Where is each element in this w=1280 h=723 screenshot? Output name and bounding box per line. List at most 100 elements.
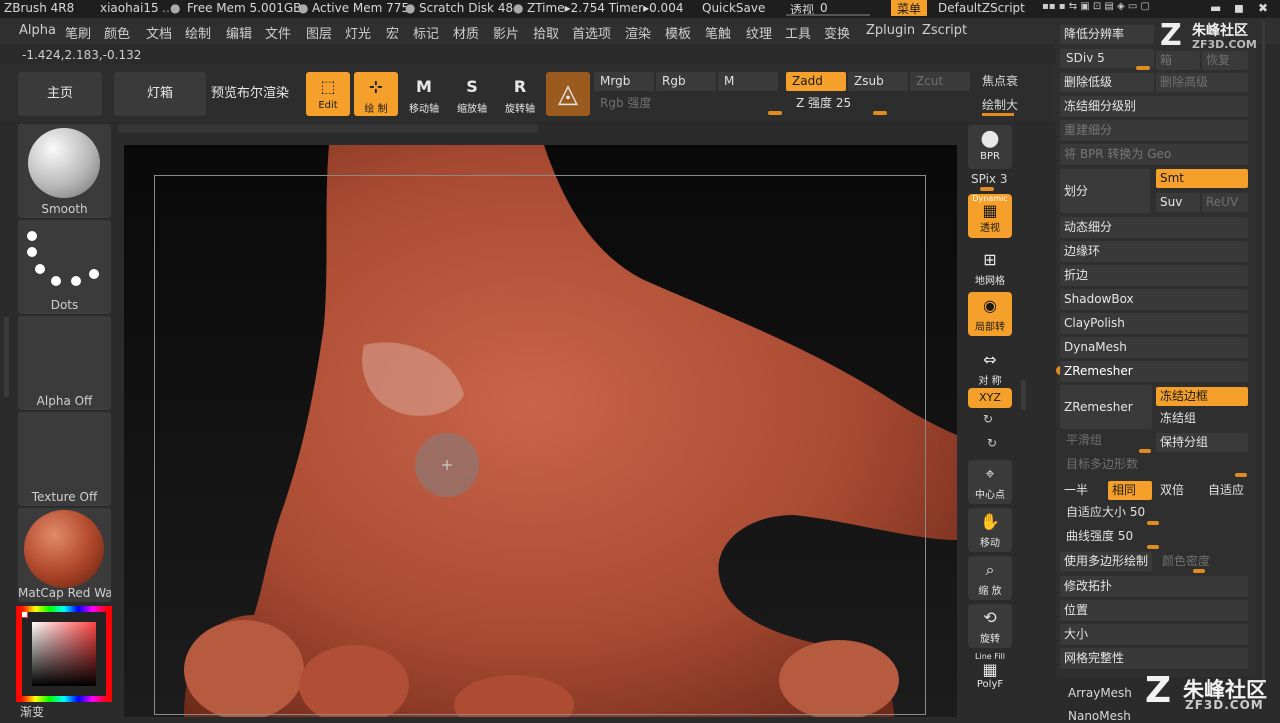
menu-item[interactable]: 图层 [306,23,332,42]
shadowbox-section[interactable]: ShadowBox [1060,289,1248,310]
smt-toggle[interactable]: Smt [1156,169,1248,188]
reuv-button[interactable]: ReUV [1202,193,1248,212]
home-tab[interactable]: 主页 [18,72,102,116]
menu-item[interactable]: Alpha [19,23,56,38]
quicksave-button[interactable]: QuickSave [702,1,765,15]
material-selector[interactable]: MatCap Red Wax [18,508,111,602]
menu-item[interactable]: 影片 [493,23,519,42]
perspective-button[interactable]: Dynamic ▦ 透视 [968,194,1012,238]
freeze-groups-toggle[interactable]: 冻结组 [1156,409,1248,428]
menu-item[interactable]: 材质 [453,23,479,42]
minimize-icon[interactable]: ▬ [1210,1,1221,15]
menu-item[interactable]: 宏 [386,23,399,42]
menu-item[interactable]: 拾取 [533,23,559,42]
color-density-knob[interactable] [1193,569,1205,573]
lower-res-button[interactable]: 降低分辨率 [1060,25,1154,44]
color-saturation-box[interactable] [32,622,96,686]
main-color-swatch[interactable] [18,608,28,618]
bpr-button[interactable]: ● BPR [968,125,1012,169]
lightbox-button[interactable]: 灯箱 [114,72,206,116]
maximize-icon[interactable]: ◼ [1234,1,1244,15]
double-button[interactable]: 双倍 [1156,481,1200,500]
nanomesh-section[interactable]: NanoMesh [1068,709,1131,723]
zsub-toggle[interactable]: Zsub [848,72,908,91]
menu-item[interactable]: 纹理 [746,23,772,42]
delete-lower-button[interactable]: 删除低级 [1060,73,1154,92]
texture-selector[interactable]: Texture Off [18,412,111,506]
m-toggle[interactable]: M [718,72,778,91]
material-swatch-button[interactable]: ◬ [546,72,590,116]
rgb-intensity-slider[interactable]: Rgb 强度 [594,94,784,113]
menu-button[interactable]: 菜单 [891,0,928,16]
focal-shift-label[interactable]: 焦点衰 [982,72,1018,89]
xyz-button[interactable]: XYZ [968,388,1012,408]
color-picker[interactable] [16,606,112,702]
dynamic-subdiv-section[interactable]: 动态细分 [1060,217,1248,238]
size-section[interactable]: 大小 [1060,624,1248,645]
polyframe-button[interactable]: Line Fill ▦ PolyF [968,652,1012,696]
menu-item[interactable]: 首选项 [572,23,611,42]
stroke-selector[interactable]: Dots [18,220,111,314]
menu-item[interactable]: 模板 [665,23,691,42]
draw-size-label[interactable]: 绘制大 [982,96,1018,113]
rebuild-subdivision-button[interactable]: 重建细分 [1060,120,1248,141]
sdiv-knob[interactable] [1136,66,1150,70]
move-view-button[interactable]: ✋ 移动 [968,508,1012,552]
keep-groups-toggle[interactable]: 保持分组 [1156,433,1248,452]
rotate-y-icon[interactable]: ↻ [983,412,993,426]
menu-item[interactable]: 绘制 [185,23,211,42]
smooth-groups-knob[interactable] [1139,449,1151,453]
smooth-groups-slider[interactable]: 平滑组 [1060,431,1152,450]
left-tray-handle[interactable] [4,317,9,397]
zremesher-section[interactable]: ZRemesher [1060,361,1248,382]
menu-item[interactable]: 灯光 [345,23,371,42]
target-polygons-slider[interactable]: 目标多边形数 [1060,455,1248,474]
script-name[interactable]: DefaultZScript [938,1,1025,15]
spix-slider[interactable]: SPix 3 [971,172,1008,186]
draw-size-knob[interactable] [982,113,1014,116]
brush-selector[interactable]: Smooth [18,124,111,218]
menu-item[interactable]: Zplugin [866,23,915,38]
modify-topology-section[interactable]: 修改拓扑 [1060,576,1248,597]
menu-item[interactable]: 编辑 [226,23,252,42]
edge-loop-section[interactable]: 边缘环 [1060,241,1248,262]
alpha-selector[interactable]: Alpha Off [18,316,111,410]
menu-item[interactable]: 变换 [824,23,850,42]
draw-button[interactable]: ⊹ 绘 制 [354,72,398,116]
half-button[interactable]: 一半 [1060,481,1104,500]
see-through-value[interactable]: 0 [820,1,828,15]
suv-toggle[interactable]: Suv [1156,193,1200,212]
crease-section[interactable]: 折边 [1060,265,1248,286]
3d-canvas[interactable] [124,145,957,717]
bpr-preview-button[interactable]: 预览布尔渲染 [208,72,292,116]
top-tray-handle[interactable] [118,124,538,133]
claypolish-section[interactable]: ClayPolish [1060,313,1248,334]
arraymesh-section[interactable]: ArrayMesh [1068,686,1132,700]
menu-item[interactable]: 工具 [785,23,811,42]
local-rotate-button[interactable]: ◉ 局部转 [968,292,1012,336]
same-button[interactable]: 相同 [1108,481,1152,500]
use-polypaint-toggle[interactable]: 使用多边形绘制 [1060,552,1152,571]
menu-item[interactable]: 渲染 [625,23,651,42]
edit-button[interactable]: ⬚ Edit [306,72,350,116]
bpr-to-geo-button[interactable]: 将 BPR 转换为 Geo [1060,144,1248,165]
see-through-slider[interactable] [786,14,870,16]
center-point-button[interactable]: ⌖ 中心点 [968,460,1012,504]
mrgb-toggle[interactable]: Mrgb [594,72,654,91]
zcut-toggle[interactable]: Zcut [910,72,970,91]
floor-button[interactable]: ⊞ 地网格 [968,246,1012,290]
adaptive-size-knob[interactable] [1147,521,1159,525]
menu-item[interactable]: 笔刷 [65,23,91,42]
menu-item[interactable]: 文件 [265,23,291,42]
panel-scrollbar[interactable] [1262,22,1265,682]
menu-item[interactable]: 笔触 [705,23,731,42]
close-icon[interactable]: ✖ [1258,1,1268,15]
rotate-gizmo-button[interactable]: R 旋转轴 [498,72,542,116]
freeze-border-toggle[interactable]: 冻结边框 [1156,387,1248,406]
freeze-subdivision-button[interactable]: 冻结细分级别 [1060,96,1248,117]
rgb-intensity-knob[interactable] [768,111,782,115]
curve-strength-slider[interactable]: 曲线强度 50 [1060,527,1248,546]
rotate-z-icon[interactable]: ↻ [987,436,997,450]
spix-knob[interactable] [980,187,994,191]
menu-item[interactable]: Zscript [922,23,967,38]
